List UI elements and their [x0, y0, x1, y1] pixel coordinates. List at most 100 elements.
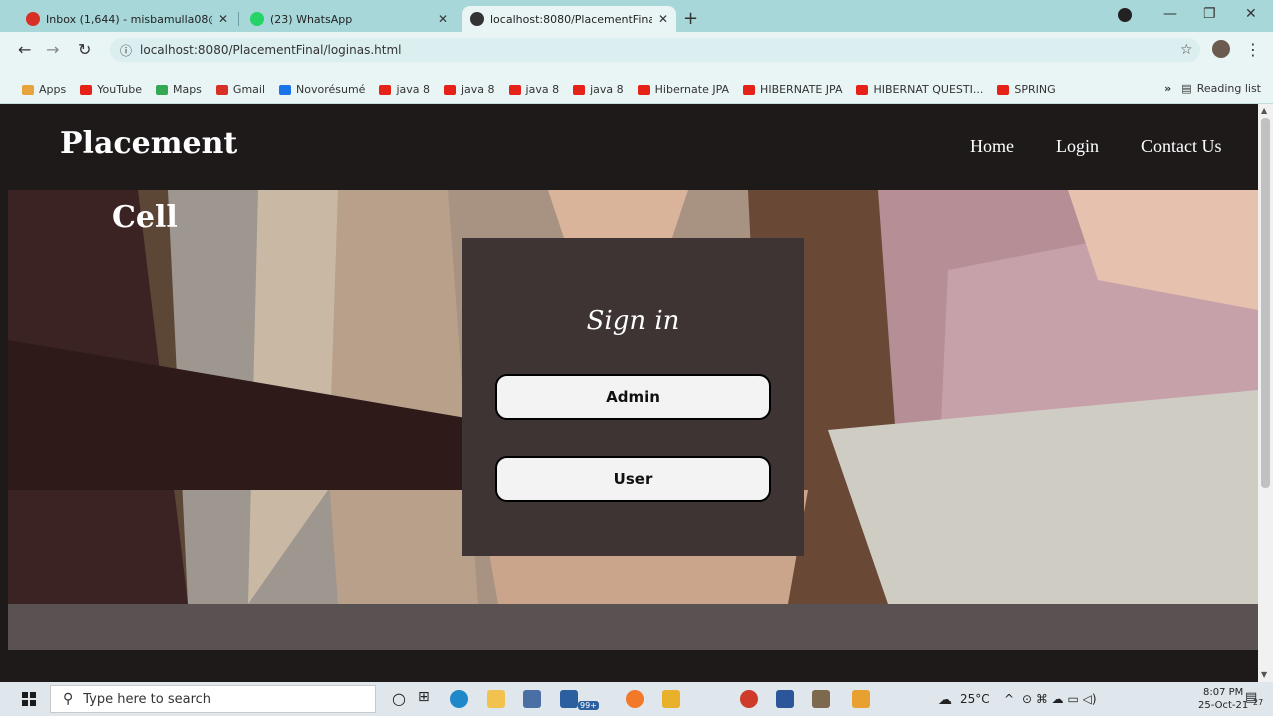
url-input[interactable]: ⓘ localhost:8080/PlacementFinal/loginas.… — [110, 38, 1200, 62]
close-icon[interactable]: ✕ — [218, 12, 228, 26]
app3-icon[interactable] — [852, 690, 870, 708]
bookmark-label: Apps — [39, 83, 67, 96]
page-scrollbar[interactable]: ▲ ▼ — [1258, 104, 1273, 682]
word-icon[interactable] — [776, 690, 794, 708]
site-header: Placement Home Login Contact Us — [8, 104, 1258, 190]
weather-icon[interactable]: ☁ — [938, 692, 952, 708]
info-icon[interactable]: ⓘ — [120, 42, 132, 59]
tab-whatsapp[interactable]: (23) WhatsApp ✕ — [242, 6, 456, 32]
gmail-favicon-icon — [26, 12, 40, 26]
site-logo-line2: Cell — [112, 200, 178, 235]
restore-icon[interactable]: ❐ — [1203, 6, 1216, 22]
cortana-icon[interactable]: ○ — [392, 689, 406, 708]
windows-start-icon[interactable] — [22, 692, 36, 706]
nav-home[interactable]: Home — [970, 136, 1014, 157]
web-page: Placement Home Login Contact Us Cell Sig… — [8, 104, 1258, 682]
profile-avatar-icon[interactable] — [1212, 40, 1230, 58]
scroll-up-icon[interactable]: ▲ — [1261, 106, 1267, 115]
more-bookmarks-icon[interactable]: » — [1164, 82, 1171, 95]
user-button[interactable]: User — [495, 456, 771, 502]
weather-temp[interactable]: 25°C — [960, 692, 990, 706]
bookmark-item[interactable]: HIBERNATE JPA — [743, 83, 842, 96]
reload-icon[interactable]: ↻ — [78, 40, 91, 59]
bookmark-star-icon[interactable]: ☆ — [1180, 42, 1193, 58]
bookmark-label: java 8 — [525, 83, 560, 96]
bookmarks-right: » ▤ Reading list — [1164, 82, 1261, 95]
tab-gmail[interactable]: Inbox (1,644) - misbamulla08@g ✕ — [18, 6, 236, 32]
signin-title: Sign in — [586, 306, 680, 336]
admin-button[interactable]: Admin — [495, 374, 771, 420]
bookmark-icon — [508, 84, 521, 95]
taskbar-clock[interactable]: 8:07 PM 25-Oct-21 — [1198, 686, 1248, 712]
bookmark-label: java 8 — [590, 83, 624, 96]
bookmark-item[interactable]: Hibernate JPA — [637, 83, 730, 96]
mail-icon[interactable] — [560, 690, 578, 708]
bookmark-item[interactable]: Maps — [155, 83, 202, 96]
windows-taskbar: ⚲ Type here to search ○ ⊞ 99+ ☁ 25°C ^ ⊙… — [0, 682, 1273, 716]
bookmark-label: java 8 — [461, 83, 495, 96]
tab-title: localhost:8080/PlacementFinal/lo — [490, 12, 652, 26]
bookmark-item[interactable]: HIBERNAT QUESTI... — [856, 83, 983, 96]
menu-dots-icon[interactable]: ⋮ — [1245, 40, 1261, 59]
bookmark-icon — [215, 84, 228, 95]
bookmark-item[interactable]: Apps — [22, 83, 66, 96]
bookmark-item[interactable]: java 8 — [379, 83, 430, 96]
bookmark-item[interactable]: SPRING — [997, 83, 1056, 96]
app-icon[interactable] — [662, 690, 680, 708]
reading-list-label[interactable]: Reading list — [1197, 82, 1261, 95]
bookmark-icon — [743, 84, 756, 95]
signin-panel: Sign in Admin User — [462, 238, 804, 556]
bookmark-item[interactable]: java 8 — [508, 83, 560, 96]
bookmark-icon — [444, 84, 456, 95]
file-explorer-icon[interactable] — [487, 690, 505, 708]
tray-chevron-icon[interactable]: ^ — [1004, 692, 1014, 706]
bookmark-icon — [22, 84, 34, 95]
bookmark-item[interactable]: Gmail — [215, 83, 265, 96]
bookmark-icon — [573, 84, 586, 95]
bookmark-label: HIBERNAT QUESTI... — [873, 83, 984, 96]
tab-title: Inbox (1,644) - misbamulla08@g — [46, 12, 212, 26]
bookmark-icon — [379, 84, 392, 95]
tab-separator — [238, 12, 239, 26]
new-tab-plus-icon[interactable]: + — [683, 8, 698, 29]
close-icon[interactable]: ✕ — [438, 12, 448, 26]
bookmark-label: Maps — [172, 83, 202, 96]
tab-localhost[interactable]: localhost:8080/PlacementFinal/lo ✕ — [462, 6, 676, 32]
app2-icon[interactable] — [812, 690, 830, 708]
scroll-down-icon[interactable]: ▼ — [1261, 670, 1267, 679]
page-band — [8, 604, 1258, 650]
scroll-thumb[interactable] — [1261, 118, 1270, 488]
bookmark-item[interactable]: java 8 — [573, 83, 624, 96]
firefox-icon[interactable] — [626, 690, 644, 708]
bookmark-item[interactable]: YouTube — [80, 83, 142, 96]
tray-icons[interactable]: ⊙ ⌘ ☁ ▭ ◁) — [1022, 692, 1097, 706]
close-icon[interactable]: ✕ — [658, 12, 668, 26]
bookmark-icon — [637, 84, 650, 95]
nav-contact-us[interactable]: Contact Us — [1141, 136, 1222, 157]
nav-login[interactable]: Login — [1056, 136, 1099, 157]
bookmark-icon — [997, 84, 1010, 95]
minimize-icon[interactable]: — — [1163, 6, 1177, 22]
bookmark-item[interactable]: Novorésumé — [279, 83, 365, 96]
task-view-icon[interactable]: ⊞ — [418, 689, 430, 705]
bookmark-label: HIBERNATE JPA — [760, 83, 843, 96]
bookmark-icon — [856, 84, 869, 95]
bookmark-item[interactable]: java 8 — [444, 83, 495, 96]
bookmark-icon — [155, 84, 168, 95]
store-icon[interactable] — [523, 690, 541, 708]
mail-badge: 99+ — [578, 701, 599, 710]
search-icon: ⚲ — [63, 691, 74, 707]
back-arrow-icon[interactable]: ← — [18, 40, 31, 59]
bookmark-label: Hibernate JPA — [654, 83, 730, 96]
edge-icon[interactable] — [450, 690, 468, 708]
site-logo[interactable]: Placement — [60, 126, 237, 161]
forward-arrow-icon[interactable]: → — [46, 40, 59, 59]
bookmarks-bar: Apps YouTube Maps Gmail Novorésumé java 8 java… — [0, 76, 1273, 104]
tab-search-icon[interactable] — [1118, 8, 1132, 22]
reading-list-icon[interactable]: ▤ — [1181, 82, 1191, 95]
bookmark-label: Novorésumé — [296, 83, 366, 96]
globe-favicon-icon — [470, 12, 484, 26]
chrome-icon[interactable] — [740, 690, 758, 708]
window-close-icon[interactable]: ✕ — [1245, 6, 1257, 22]
taskbar-search-input[interactable]: ⚲ Type here to search — [50, 685, 376, 713]
